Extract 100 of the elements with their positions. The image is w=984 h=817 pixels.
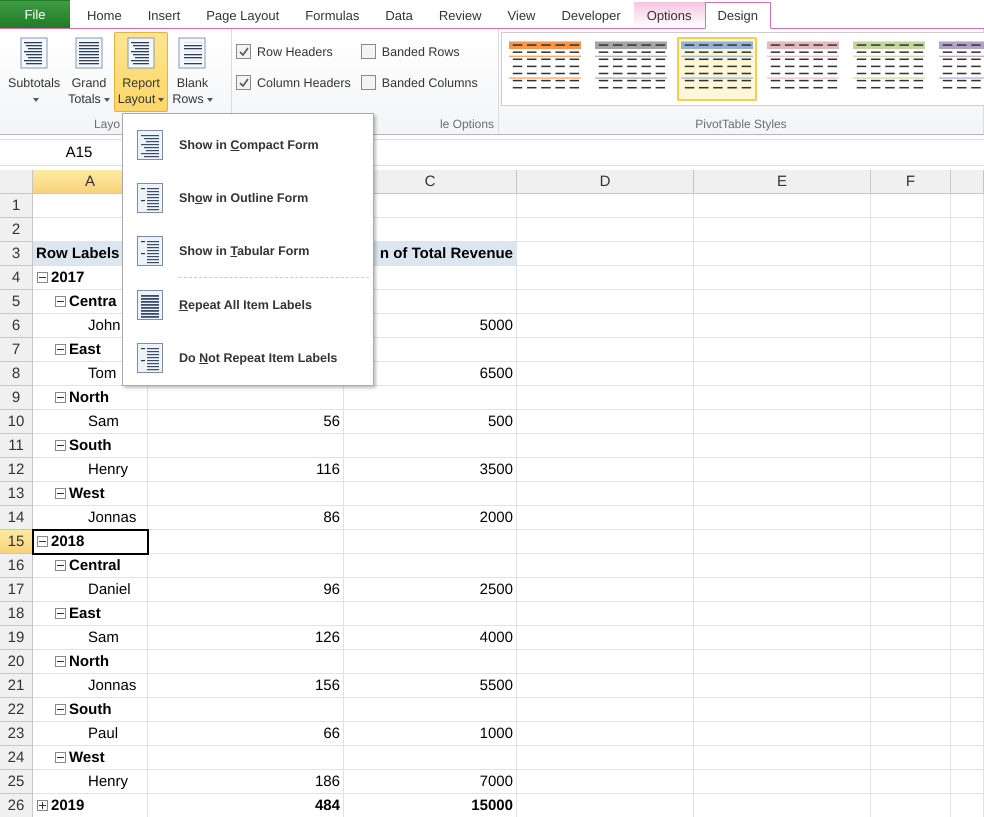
cell-text: John	[88, 317, 121, 334]
checkbox[interactable]: Row Headers	[236, 44, 351, 59]
cell-text: 2017	[51, 269, 84, 286]
row-header[interactable]: 2	[0, 218, 33, 242]
collapse-icon[interactable]	[55, 560, 66, 571]
ribbon-tab[interactable]: Options	[634, 1, 705, 28]
cell-text: Centra	[69, 293, 117, 310]
row-header[interactable]: 3	[0, 242, 33, 266]
checkbox[interactable]: Banded Columns	[360, 75, 478, 90]
table-cell: 500	[344, 410, 517, 434]
table-cell	[951, 530, 984, 554]
table-cell	[951, 458, 984, 482]
collapse-icon[interactable]	[55, 752, 66, 763]
table-cell	[951, 626, 984, 650]
cell-text: 2019	[51, 797, 84, 814]
ribbon-tab[interactable]: View	[494, 1, 548, 28]
table-cell: 186	[148, 770, 344, 794]
ribbon-tab[interactable]: Page Layout	[193, 1, 292, 28]
table-cell: 156	[148, 674, 344, 698]
row-header[interactable]: 20	[0, 650, 33, 674]
row-header[interactable]: 26	[0, 794, 33, 817]
row-header[interactable]: 17	[0, 578, 33, 602]
collapse-icon[interactable]	[55, 608, 66, 619]
column-header[interactable]: D	[517, 170, 694, 194]
collapse-icon[interactable]	[55, 488, 66, 499]
table-cell: 66	[148, 722, 344, 746]
layout-icon	[137, 290, 163, 320]
row-header[interactable]: 4	[0, 266, 33, 290]
layout-icon	[137, 342, 163, 372]
cell-text: East	[69, 605, 101, 622]
table-cell	[951, 746, 984, 770]
row-header[interactable]: 10	[0, 410, 33, 434]
cell-text: West	[69, 485, 105, 502]
column-header[interactable]: E	[694, 170, 871, 194]
table-cell	[951, 602, 984, 626]
caret-icon	[206, 98, 213, 102]
cell-text: Jonnas	[88, 509, 136, 526]
collapse-icon[interactable]	[55, 704, 66, 715]
collapse-icon[interactable]	[55, 344, 66, 355]
ribbon-button[interactable]: Subtotals	[4, 32, 64, 112]
cell-text: Tom	[88, 365, 116, 382]
ribbon-tab[interactable]: Formulas	[292, 1, 372, 28]
row-header[interactable]: 11	[0, 434, 33, 458]
row-header[interactable]: 14	[0, 506, 33, 530]
collapse-icon[interactable]	[55, 656, 66, 667]
cell-text: North	[69, 653, 109, 670]
row-header[interactable]: 18	[0, 602, 33, 626]
table-cell: 1000	[344, 722, 517, 746]
table-cell	[951, 386, 984, 410]
row-header[interactable]: 16	[0, 554, 33, 578]
report-layout-icon	[20, 37, 48, 69]
report-layout-icon	[127, 37, 156, 69]
collapse-icon[interactable]	[55, 440, 66, 451]
checkmark-icon	[238, 78, 248, 88]
ribbon-tab[interactable]: Data	[372, 1, 426, 28]
ribbon-tab[interactable]: Home	[74, 1, 135, 28]
row-header[interactable]: 25	[0, 770, 33, 794]
row-header[interactable]: 21	[0, 674, 33, 698]
row-header[interactable]: 6	[0, 314, 33, 338]
ribbon-button[interactable]: Blank Rows	[168, 32, 217, 112]
expand-icon[interactable]	[37, 800, 48, 811]
row-header[interactable]: 8	[0, 362, 33, 386]
table-cell	[951, 218, 984, 242]
table-cell: 3500	[344, 458, 517, 482]
ribbon-tab[interactable]: Insert	[134, 1, 194, 28]
row-header[interactable]: 19	[0, 626, 33, 650]
cell-text: Central	[69, 557, 121, 574]
column-header[interactable]: F	[871, 170, 951, 194]
ribbon-tab[interactable]: Design	[704, 2, 771, 29]
row-header[interactable]: 23	[0, 722, 33, 746]
row-header[interactable]: 7	[0, 338, 33, 362]
table-cell	[951, 266, 984, 290]
row-header[interactable]: 13	[0, 482, 33, 506]
ribbon-button[interactable]: Grand Totals	[64, 32, 114, 112]
table-cell	[951, 554, 984, 578]
checkbox[interactable]: Banded Rows	[360, 44, 478, 59]
table-cell	[951, 722, 984, 746]
row-header[interactable]: 22	[0, 698, 33, 722]
ribbon-button[interactable]: Report Layout	[114, 32, 168, 112]
row-header[interactable]: 24	[0, 746, 33, 770]
table-cell: 126	[148, 626, 344, 650]
table-cell: 116	[148, 458, 344, 482]
row-header[interactable]: 5	[0, 290, 33, 314]
row-header[interactable]: 1	[0, 194, 33, 218]
row-header[interactable]: 9	[0, 386, 33, 410]
table-cell	[951, 698, 984, 722]
ribbon-tab[interactable]: Developer	[548, 1, 634, 28]
report-layout-icon	[178, 37, 206, 69]
collapse-icon[interactable]	[55, 296, 66, 307]
collapse-icon[interactable]	[37, 536, 48, 547]
style-option[interactable]	[677, 37, 757, 101]
table-cell: 2000	[344, 506, 517, 530]
table-cell	[951, 194, 984, 218]
collapse-icon[interactable]	[37, 272, 48, 283]
ribbon-tab[interactable]: File	[0, 0, 70, 28]
row-header[interactable]: 15	[0, 530, 33, 554]
ribbon-tab[interactable]: Review	[426, 1, 494, 28]
row-header[interactable]: 12	[0, 458, 33, 482]
checkbox[interactable]: Column Headers	[236, 75, 351, 90]
collapse-icon[interactable]	[55, 392, 66, 403]
